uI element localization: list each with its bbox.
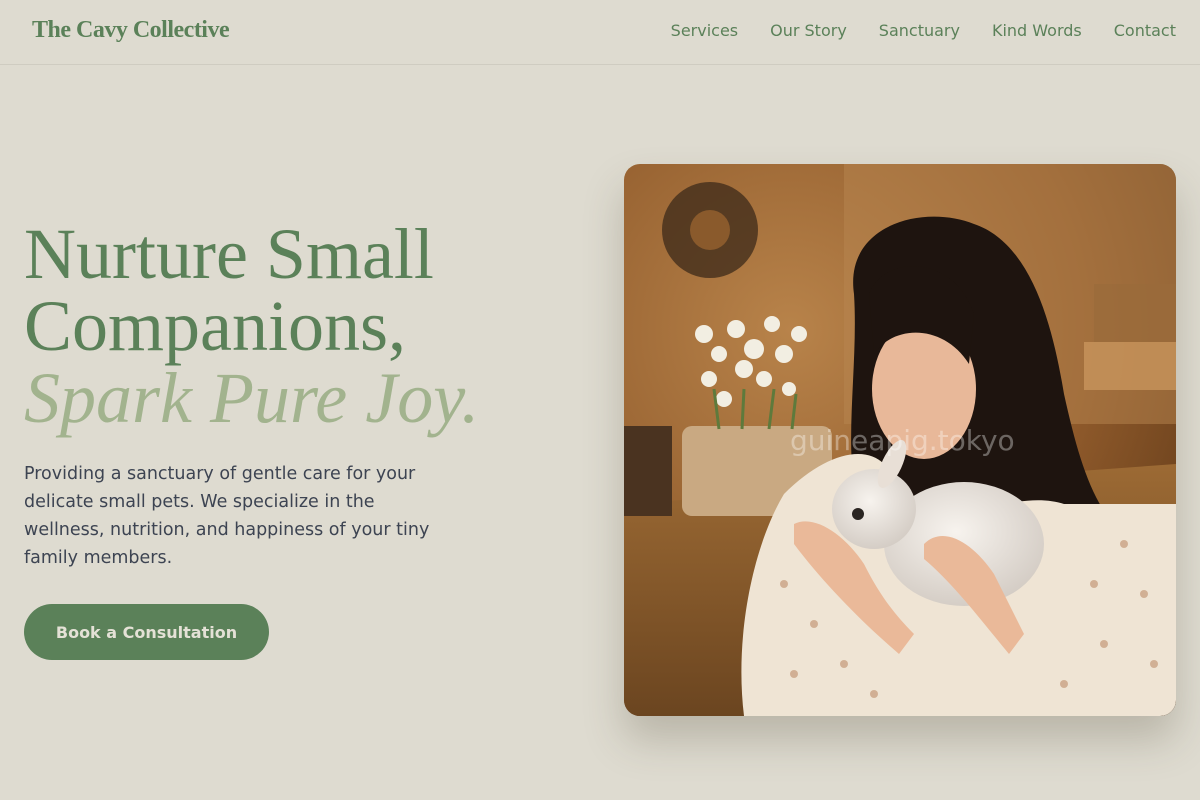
hero-headline: Nurture Small Companions, Spark Pure Joy… <box>24 218 479 434</box>
image-watermark: guineapig.tokyo <box>790 424 1015 457</box>
nav-item-sanctuary[interactable]: Sanctuary <box>879 21 960 40</box>
nav-item-our-story[interactable]: Our Story <box>770 21 847 40</box>
hero-description: Providing a sanctuary of gentle care for… <box>24 464 430 568</box>
hero-image: guineapig.tokyo <box>624 164 1176 716</box>
nav-item-services[interactable]: Services <box>671 21 738 40</box>
brand-logo[interactable]: The Cavy Collective <box>32 17 230 44</box>
headline-accent: Spark Pure Joy. <box>24 358 480 438</box>
main-nav: Services Our Story Sanctuary Kind Words … <box>671 21 1176 40</box>
nav-item-kind-words[interactable]: Kind Words <box>992 21 1082 40</box>
book-consultation-button[interactable]: Book a Consultation <box>24 604 269 660</box>
nav-item-contact[interactable]: Contact <box>1114 21 1176 40</box>
headline-line-2: Companions, <box>24 286 407 366</box>
site-header: The Cavy Collective Services Our Story S… <box>0 0 1200 65</box>
headline-line-1: Nurture Small <box>24 214 434 294</box>
